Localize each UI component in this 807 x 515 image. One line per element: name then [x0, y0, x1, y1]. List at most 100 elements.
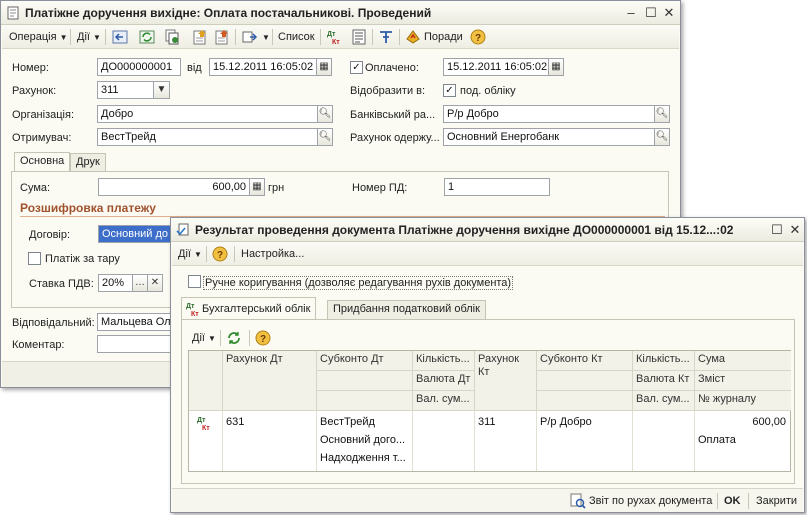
tips-icon[interactable]: [405, 29, 421, 45]
report-icon[interactable]: [351, 29, 367, 45]
toolbar-separator: [399, 29, 400, 45]
manual-adjust-checkbox[interactable]: [188, 275, 201, 288]
column-currency-kt[interactable]: Валюта Кт: [633, 371, 695, 391]
reflect-label: Відобразити в:: [350, 85, 426, 97]
help-icon[interactable]: ?: [470, 29, 486, 45]
vat-rate-label: Ставка ПДВ:: [29, 278, 94, 290]
column-cur-sum-dt[interactable]: Вал. сум...: [413, 391, 475, 411]
main-titlebar[interactable]: Платіжне доручення вихідне: Оплата поста…: [1, 1, 680, 25]
result-window-title: Результат проведення документа Платіжне …: [195, 223, 734, 237]
help-icon[interactable]: ?: [212, 246, 228, 262]
result-actions-menu[interactable]: Дії ▼: [178, 246, 202, 262]
paid-checkbox[interactable]: ✓: [350, 61, 363, 74]
column-qty-kt[interactable]: Кількість...: [633, 351, 695, 371]
refresh-icon[interactable]: [226, 330, 242, 346]
sum-field[interactable]: 600,00: [98, 178, 250, 196]
back-arrow-icon[interactable]: [112, 29, 128, 45]
account-select[interactable]: 311: [97, 81, 154, 99]
post-document-icon[interactable]: [192, 29, 208, 45]
postings-grid[interactable]: Рахунок Дт Субконто Дт Кількість... Раху…: [188, 350, 791, 472]
vat-rate-field[interactable]: 20%: [98, 274, 133, 292]
toolbar-separator: [249, 330, 250, 346]
column-subconto-dt[interactable]: Субконто Дт: [317, 351, 413, 371]
operation-menu[interactable]: Операція ▼: [9, 29, 68, 45]
contract-field[interactable]: Основний до: [98, 225, 178, 243]
maximize-icon[interactable]: ☐: [769, 222, 785, 238]
toolbar-separator: [748, 493, 749, 509]
tab-main[interactable]: Основна: [14, 152, 71, 172]
column-cur-sum-kt[interactable]: Вал. сум...: [633, 391, 695, 411]
toolbar-separator: [372, 29, 373, 45]
close-icon[interactable]: ✕: [661, 5, 677, 21]
bank-account-field[interactable]: Р/р Добро: [443, 105, 655, 123]
copy-icon[interactable]: [164, 29, 180, 45]
close-button[interactable]: Закрити: [756, 493, 797, 509]
comment-field[interactable]: [97, 335, 177, 353]
table-row[interactable]: Дт Кт 631 ВестТрейд Основний дого... Надх…: [189, 411, 791, 471]
contract-label: Договір:: [29, 229, 71, 241]
search-icon[interactable]: 🔍︎: [654, 128, 670, 146]
ok-button[interactable]: OK: [724, 493, 741, 509]
tips-button[interactable]: Поради: [424, 29, 463, 45]
column-subconto-kt[interactable]: Субконто Кт: [537, 351, 633, 371]
calendar-icon[interactable]: ▦: [316, 58, 332, 76]
actions-menu[interactable]: Дії ▼: [77, 29, 101, 45]
payment-doc-number-field[interactable]: 1: [444, 178, 550, 196]
column-credit-account[interactable]: Рахунок Кт: [475, 351, 537, 411]
date-field[interactable]: 15.12.2011 16:05:02: [209, 58, 317, 76]
calendar-icon[interactable]: ▦: [548, 58, 564, 76]
responsible-field[interactable]: Мальцева Ол: [97, 313, 177, 331]
paid-date-field[interactable]: 15.12.2011 16:05:02: [443, 58, 549, 76]
column-currency-dt[interactable]: Валюта Дт: [413, 371, 475, 391]
svg-text:Дт: Дт: [327, 31, 336, 38]
result-titlebar[interactable]: Результат проведення документа Платіжне …: [171, 218, 804, 242]
recipient-field[interactable]: ВестТрейд: [97, 128, 318, 146]
list-button[interactable]: Список: [278, 29, 315, 45]
ellipsis-icon[interactable]: …: [132, 274, 148, 292]
cell-content: Оплата: [698, 434, 736, 446]
column-content[interactable]: Зміст: [695, 371, 791, 391]
column-qty-dt[interactable]: Кількість...: [413, 351, 475, 371]
account-label: Рахунок:: [12, 85, 57, 97]
number-field[interactable]: ДО000000001: [97, 58, 181, 76]
movements-report-button[interactable]: Звіт по рухах документа: [589, 493, 712, 509]
tab-tax-purchase[interactable]: Придбання податковий облік: [327, 300, 486, 319]
create-based-icon[interactable]: [242, 29, 258, 45]
calculator-icon[interactable]: ▦: [249, 178, 265, 196]
column-journal[interactable]: № журналу: [695, 391, 791, 411]
recipient-account-field[interactable]: Основний Енергобанк: [443, 128, 655, 146]
tax-accounting-checkbox[interactable]: ✓: [443, 84, 456, 97]
credit-account-header-label: Рахунок Кт: [478, 353, 520, 378]
payment-breakdown-title: Розшифровка платежу: [20, 201, 156, 215]
column-debit-account[interactable]: Рахунок Дт: [223, 351, 317, 411]
report-magnifier-icon[interactable]: [570, 493, 586, 509]
chevron-down-icon[interactable]: ▼: [153, 81, 170, 99]
tab-print[interactable]: Друк: [70, 153, 106, 171]
settings-button[interactable]: Настройка...: [241, 246, 304, 262]
grid-actions-menu[interactable]: Дії ▼: [192, 330, 216, 346]
cell-debit-account: 631: [226, 416, 245, 428]
minimize-icon[interactable]: –: [623, 5, 639, 21]
svg-text:Дт: Дт: [197, 417, 206, 424]
search-icon[interactable]: 🔍︎: [317, 128, 333, 146]
close-icon[interactable]: ✕: [787, 222, 803, 238]
cell-sum: 600,00: [752, 416, 786, 428]
dt-kt-icon: ДтКт: [186, 303, 199, 317]
search-icon[interactable]: 🔍︎: [317, 105, 333, 123]
document-icon: [7, 6, 19, 20]
organization-label: Організація:: [12, 109, 74, 121]
unpost-document-icon[interactable]: [214, 29, 230, 45]
svg-text:Кт: Кт: [332, 39, 340, 45]
maximize-icon[interactable]: ☐: [643, 5, 659, 21]
column-sum[interactable]: Сума: [695, 351, 791, 371]
search-icon[interactable]: 🔍︎: [654, 105, 670, 123]
create-based-dropdown[interactable]: ▼: [259, 29, 270, 45]
clear-icon[interactable]: ✕: [147, 274, 163, 292]
help-icon[interactable]: ?: [255, 330, 271, 346]
structure-icon[interactable]: [378, 29, 394, 45]
organization-field[interactable]: Добро: [97, 105, 318, 123]
refresh-icon[interactable]: [139, 29, 155, 45]
dt-kt-icon[interactable]: ДтКт: [326, 29, 342, 45]
tare-payment-checkbox[interactable]: [28, 252, 41, 265]
tab-accounting[interactable]: Дт Кт Бухгалтерський облік: [181, 297, 317, 320]
